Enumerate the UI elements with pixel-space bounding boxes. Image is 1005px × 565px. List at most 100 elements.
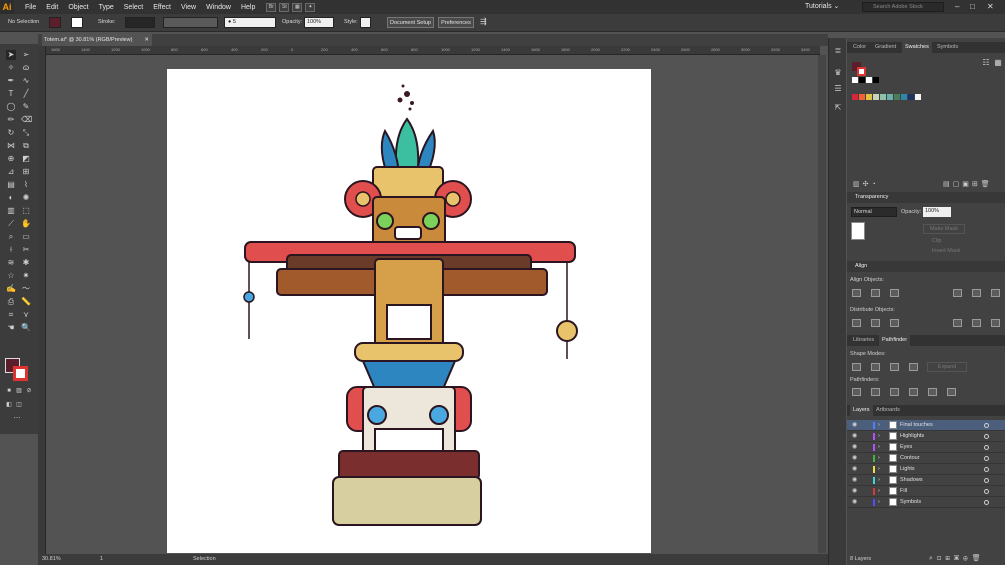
target-icon[interactable] bbox=[984, 434, 989, 439]
paintbrush-icon[interactable]: ✎ bbox=[21, 102, 31, 112]
align-top-icon[interactable] bbox=[953, 289, 962, 297]
distribute-center-icon[interactable] bbox=[972, 319, 981, 327]
tab-color[interactable]: Color bbox=[850, 42, 869, 53]
layer-row[interactable]: ◉ › Symbols bbox=[847, 497, 1005, 508]
swatch-library-tools-icon[interactable]: ▥✣◔ ▤▢▣⊞🗑 bbox=[853, 180, 993, 188]
document-setup-button[interactable]: Document Setup bbox=[387, 17, 434, 28]
vertical-scrollbar[interactable] bbox=[818, 55, 826, 553]
transparency-panel-header[interactable]: Transparency bbox=[847, 192, 1005, 203]
layers-icon[interactable]: ☰ bbox=[833, 84, 843, 94]
menu-edit[interactable]: Edit bbox=[41, 4, 63, 11]
eye-icon[interactable]: ◉ bbox=[852, 475, 857, 486]
eye-icon[interactable]: ◉ bbox=[852, 431, 857, 442]
menu-file[interactable]: File bbox=[20, 4, 41, 11]
scale-icon[interactable]: ⤡ bbox=[21, 128, 31, 138]
stock-search-input[interactable]: Search Adobe Stock bbox=[862, 2, 944, 12]
menu-view[interactable]: View bbox=[176, 4, 201, 11]
chevron-right-icon[interactable]: › bbox=[878, 442, 880, 453]
eye-icon[interactable]: ◉ bbox=[852, 497, 857, 508]
active-stroke-swatch[interactable] bbox=[857, 67, 866, 76]
tab-gradient[interactable]: Gradient bbox=[872, 42, 899, 53]
tab-symbols[interactable]: Symbols bbox=[934, 42, 961, 53]
outline-icon[interactable] bbox=[928, 388, 937, 396]
minimize-icon[interactable]: – bbox=[955, 2, 959, 11]
graphic-style-swatch[interactable] bbox=[360, 17, 371, 28]
list-view-icon[interactable]: ☷ bbox=[981, 58, 991, 68]
opacity-field[interactable]: 100% bbox=[304, 17, 334, 28]
intersect-icon[interactable] bbox=[890, 363, 899, 371]
color-swatch[interactable] bbox=[901, 94, 907, 100]
arrange-icon[interactable]: ⇶ bbox=[480, 17, 487, 26]
export-icon[interactable]: ⇱ bbox=[833, 103, 843, 113]
flare-tool-icon[interactable]: ✷ bbox=[21, 271, 31, 281]
puppet-warp-icon[interactable]: ✱ bbox=[21, 258, 31, 268]
eye-icon[interactable]: ◉ bbox=[852, 420, 857, 431]
minus-front-icon[interactable] bbox=[871, 363, 880, 371]
knife-icon[interactable]: ⟊ bbox=[6, 245, 16, 255]
type-tool-icon[interactable]: T bbox=[6, 89, 16, 99]
zoom-icon[interactable]: 🔍 bbox=[21, 323, 31, 333]
workspace-switcher[interactable]: Tutorials ⌄ bbox=[805, 2, 839, 10]
column-graph-icon[interactable]: ▥ bbox=[6, 206, 16, 216]
blend-tool-icon[interactable]: ◐ bbox=[6, 193, 16, 203]
minus-back-icon[interactable] bbox=[947, 388, 956, 396]
color-swatch[interactable] bbox=[880, 94, 886, 100]
menu-type[interactable]: Type bbox=[94, 4, 119, 11]
print-tiling-icon[interactable]: ⎙ bbox=[6, 297, 16, 307]
eye-icon[interactable]: ◉ bbox=[852, 464, 857, 475]
grid-view-icon[interactable]: ▦ bbox=[993, 58, 1003, 68]
warp-icon[interactable]: ≋ bbox=[6, 258, 16, 268]
draw-mode-icon[interactable]: ◧ bbox=[4, 400, 14, 410]
layer-row[interactable]: ◉ › Highlights bbox=[847, 431, 1005, 442]
artboard[interactable] bbox=[167, 69, 651, 553]
tab-artboards[interactable]: Artboards bbox=[873, 405, 903, 416]
horizontal-scrollbar[interactable] bbox=[38, 554, 828, 565]
scissors-icon[interactable]: ✂ bbox=[21, 245, 31, 255]
target-icon[interactable] bbox=[984, 445, 989, 450]
make-mask-button[interactable]: Make Mask bbox=[923, 224, 965, 234]
mesh-tool-icon[interactable]: ⊞ bbox=[21, 167, 31, 177]
target-icon[interactable] bbox=[984, 467, 989, 472]
eyedropper-icon[interactable]: ⌇ bbox=[21, 180, 31, 190]
symbol-sprayer-icon[interactable]: ✺ bbox=[21, 193, 31, 203]
shape-builder-icon[interactable]: ⊕ bbox=[6, 154, 16, 164]
color-swatch[interactable] bbox=[894, 94, 900, 100]
align-right-icon[interactable] bbox=[890, 289, 899, 297]
maximize-icon[interactable]: □ bbox=[970, 2, 975, 11]
align-left-icon[interactable] bbox=[852, 289, 861, 297]
layer-row[interactable]: ◉ › Fill bbox=[847, 486, 1005, 497]
expand-button[interactable]: Expand bbox=[927, 362, 967, 372]
chevron-right-icon[interactable]: › bbox=[878, 486, 880, 497]
distribute-middle-icon[interactable] bbox=[871, 319, 880, 327]
lasso-icon[interactable]: ɷ bbox=[21, 63, 31, 73]
screen-mode-icon[interactable]: ◫ bbox=[14, 400, 24, 410]
unite-icon[interactable] bbox=[852, 363, 861, 371]
layer-actions-icon[interactable]: ⌕⊡⊞▣⊕🗑 bbox=[929, 554, 985, 563]
chevron-right-icon[interactable]: › bbox=[878, 453, 880, 464]
preferences-button[interactable]: Preferences bbox=[438, 17, 474, 28]
chevron-right-icon[interactable]: › bbox=[878, 420, 880, 431]
hand-tool-icon[interactable]: ✋ bbox=[21, 219, 31, 229]
layer-row[interactable]: ◉ › Eyes bbox=[847, 442, 1005, 453]
pen-tool-icon[interactable]: ✒ bbox=[6, 76, 16, 86]
zoom-tool-icon[interactable]: ⌕ bbox=[6, 232, 16, 242]
menu-effect[interactable]: Effect bbox=[148, 4, 176, 11]
divide-icon[interactable] bbox=[852, 388, 861, 396]
gradient-mode-icon[interactable]: ▨ bbox=[14, 386, 24, 396]
eraser-icon[interactable]: ⌫ bbox=[21, 115, 32, 125]
fill-color-swatch[interactable] bbox=[49, 17, 61, 28]
menu-help[interactable]: Help bbox=[236, 4, 260, 11]
trim-icon[interactable] bbox=[871, 388, 880, 396]
current-tool-status[interactable]: Selection bbox=[193, 556, 216, 562]
target-icon[interactable] bbox=[984, 489, 989, 494]
ellipse-tool-icon[interactable]: ◯ bbox=[6, 102, 16, 112]
layer-row[interactable]: ◉ › Lights bbox=[847, 464, 1005, 475]
variable-width-profile[interactable] bbox=[163, 17, 218, 28]
rectangle-tool-icon[interactable]: ▭ bbox=[21, 232, 31, 242]
artboard-number[interactable]: 1 bbox=[100, 556, 103, 562]
free-transform-icon[interactable]: ⧉ bbox=[21, 141, 31, 151]
align-panel-header[interactable]: Align bbox=[847, 261, 1005, 272]
swatch-registration[interactable] bbox=[859, 77, 865, 83]
target-icon[interactable] bbox=[984, 423, 989, 428]
tab-libraries[interactable]: Libraries bbox=[850, 335, 877, 346]
